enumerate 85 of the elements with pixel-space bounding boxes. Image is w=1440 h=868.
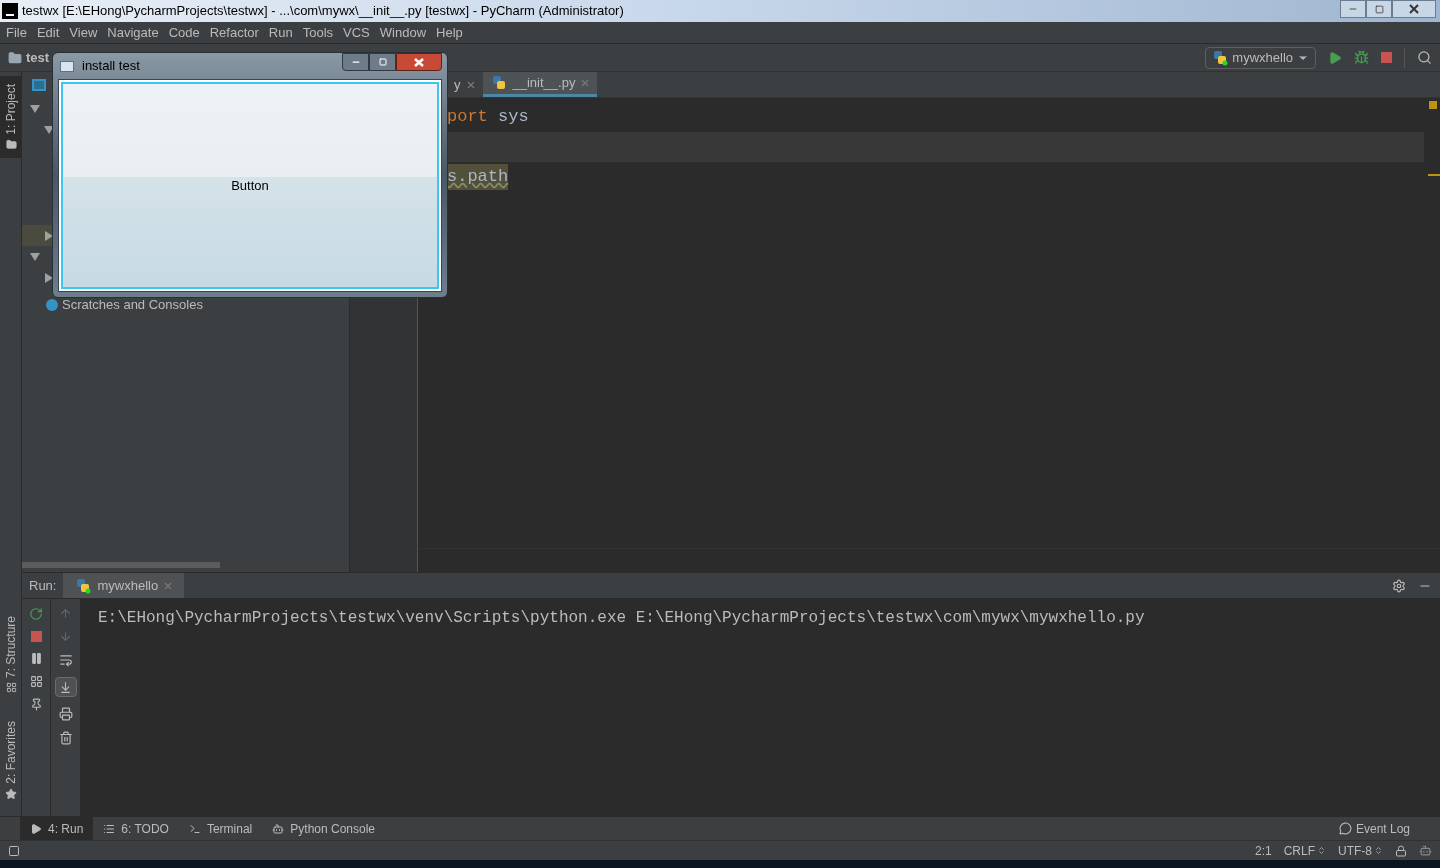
tool-window-button[interactable]: Python Console bbox=[262, 817, 386, 840]
run-icon[interactable] bbox=[1328, 50, 1342, 65]
menu-item[interactable]: Window bbox=[379, 22, 427, 43]
stop-icon[interactable] bbox=[30, 631, 42, 642]
run-icon bbox=[30, 822, 42, 835]
tool-window-tab[interactable]: 1: Project bbox=[0, 76, 22, 158]
maximize-button[interactable] bbox=[369, 53, 396, 71]
soft-wrap-icon[interactable] bbox=[58, 653, 73, 667]
minimize-button[interactable] bbox=[1340, 0, 1366, 18]
star-icon bbox=[5, 788, 17, 800]
pause-icon[interactable] bbox=[29, 652, 43, 665]
tool-window-button[interactable]: 4: Run bbox=[20, 817, 94, 840]
scratches-icon bbox=[46, 298, 58, 311]
collapse-arrow-icon[interactable] bbox=[44, 272, 54, 283]
structure-icon bbox=[5, 682, 17, 694]
run-label: Run: bbox=[28, 576, 58, 595]
editor-tab[interactable]: __init__.py bbox=[482, 72, 598, 97]
trash-icon[interactable] bbox=[58, 731, 73, 745]
debug-icon[interactable] bbox=[1354, 50, 1369, 65]
dialog-title: install test bbox=[82, 57, 140, 76]
warning-marker-icon[interactable] bbox=[1429, 101, 1437, 109]
status-item[interactable]: 2:1 bbox=[1254, 841, 1272, 860]
scroll-to-end-button[interactable] bbox=[54, 677, 77, 697]
python-icon bbox=[490, 75, 507, 91]
tool-window-button[interactable]: Terminal bbox=[178, 817, 263, 840]
menu-item[interactable]: Help bbox=[436, 22, 463, 43]
tool-window-tab[interactable]: 7: Structure bbox=[0, 608, 22, 702]
window-icon bbox=[60, 60, 74, 72]
collapse-arrow-icon[interactable] bbox=[44, 230, 54, 241]
expand-arrow-icon[interactable] bbox=[44, 124, 54, 135]
editor-tab[interactable]: y bbox=[446, 72, 483, 97]
code-line: port sys bbox=[446, 106, 530, 129]
menu-item[interactable]: File bbox=[6, 22, 27, 43]
tool-window-button[interactable]: 6: TODO bbox=[93, 817, 179, 840]
status-item[interactable]: CRLF bbox=[1283, 841, 1326, 860]
tool-window-tab[interactable]: 2: Favorites bbox=[0, 713, 22, 808]
maximize-button[interactable] bbox=[1366, 0, 1392, 18]
tree-row[interactable]: Scratches and Consoles bbox=[22, 294, 349, 315]
close-icon bbox=[414, 57, 424, 67]
run-tab[interactable]: mywxhello bbox=[63, 573, 185, 598]
close-button[interactable] bbox=[396, 53, 442, 71]
menu-item[interactable]: Code bbox=[168, 22, 200, 43]
status-item[interactable]: UTF-8 bbox=[1338, 841, 1383, 860]
menu-item[interactable]: Run bbox=[268, 22, 293, 43]
menu-item[interactable]: Navigate bbox=[107, 22, 159, 43]
menu-item[interactable]: Tools bbox=[302, 22, 334, 43]
menu-item[interactable]: VCS bbox=[343, 22, 370, 43]
updown-icon bbox=[1374, 846, 1383, 855]
lock-icon[interactable] bbox=[1395, 844, 1407, 857]
menu-item[interactable]: View bbox=[69, 22, 98, 43]
close-button[interactable] bbox=[1392, 0, 1436, 18]
python-icon bbox=[75, 577, 92, 594]
window-title: testwx [E:\EHong\PycharmProjects\testwx] - ...\com\mywx\__init__.py [testwx] - PyCharm (Administrator) bbox=[22, 2, 624, 21]
console-output: E:\EHong\PycharmProjects\testwx\venv\Scripts\python.exe E:\EHong\PycharmProjects\testwx\com\mywx\mywxhello.py bbox=[98, 609, 1145, 627]
event-log-button[interactable]: Event Log bbox=[1338, 819, 1410, 838]
minimize-button[interactable] bbox=[342, 53, 369, 71]
speech-bubble-icon bbox=[1338, 822, 1352, 835]
todo-icon bbox=[103, 822, 116, 835]
settings-icon[interactable] bbox=[1392, 578, 1406, 593]
layout-icon[interactable] bbox=[29, 675, 43, 688]
close-icon bbox=[1409, 4, 1419, 14]
scrollbar[interactable] bbox=[22, 562, 220, 568]
scroll-to-end-icon bbox=[59, 680, 72, 694]
pin-icon[interactable] bbox=[29, 698, 43, 711]
folder-icon bbox=[5, 138, 17, 150]
updown-icon bbox=[1317, 846, 1326, 855]
search-icon[interactable] bbox=[1417, 50, 1432, 65]
app-logo-icon bbox=[2, 3, 18, 19]
error-stripe-mark bbox=[1428, 174, 1440, 176]
breadcrumb[interactable]: test bbox=[26, 47, 50, 68]
expand-arrow-icon[interactable] bbox=[30, 103, 40, 114]
rerun-icon[interactable] bbox=[29, 607, 43, 621]
print-icon[interactable] bbox=[58, 707, 73, 721]
panel-toggle-icon[interactable] bbox=[8, 844, 20, 857]
maximize-icon bbox=[1374, 4, 1384, 14]
maximize-icon bbox=[378, 58, 387, 66]
menu-item[interactable]: Refactor bbox=[209, 22, 259, 43]
tree-label: Scratches and Consoles bbox=[62, 295, 203, 314]
folder-icon bbox=[8, 50, 22, 65]
expand-arrow-icon[interactable] bbox=[30, 251, 40, 262]
run-config-dropdown[interactable]: mywxhello bbox=[1205, 46, 1316, 69]
python-icon bbox=[1212, 49, 1229, 66]
big-button[interactable]: Button bbox=[61, 82, 439, 289]
terminal-icon bbox=[188, 822, 201, 835]
menu-item[interactable]: Edit bbox=[36, 22, 60, 43]
